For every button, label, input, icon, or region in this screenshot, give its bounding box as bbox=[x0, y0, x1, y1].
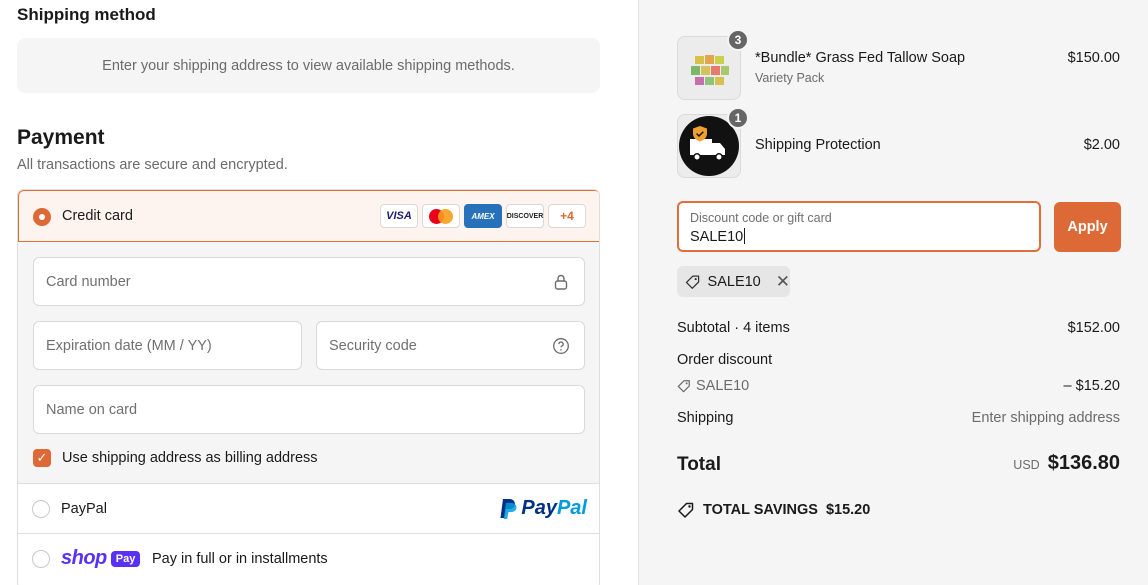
paypal-option[interactable]: PayPal Pay Pal bbox=[18, 483, 599, 533]
tag-icon bbox=[685, 275, 700, 289]
discount-code-value: SALE10 bbox=[690, 228, 746, 245]
total-label: Total bbox=[677, 454, 721, 475]
lock-icon bbox=[554, 274, 568, 290]
billing-address-label: Use shipping address as billing address bbox=[62, 450, 318, 466]
item-name: Shipping Protection bbox=[755, 137, 881, 153]
shop-pay-logo: shop Pay bbox=[61, 547, 141, 570]
credit-card-option[interactable]: Credit card VISA AMEX DISCOVER +4 bbox=[18, 190, 599, 242]
credit-card-radio[interactable] bbox=[33, 208, 51, 226]
credit-card-label: Credit card bbox=[62, 208, 133, 224]
paypal-p-icon bbox=[500, 498, 517, 519]
discover-icon: DISCOVER bbox=[506, 204, 544, 228]
more-cards-badge: +4 bbox=[548, 204, 586, 228]
expiration-date-field[interactable]: Expiration date (MM / YY) bbox=[33, 321, 302, 370]
paypal-logo-text-pay: Pay bbox=[521, 497, 557, 519]
shop-pay-option[interactable]: shop Pay Pay in full or in installments bbox=[18, 533, 599, 583]
total-savings: TOTAL SAVINGS $15.20 bbox=[677, 501, 870, 519]
security-code-placeholder: Security code bbox=[329, 337, 417, 354]
total-savings-value: $15.20 bbox=[825, 502, 871, 518]
credit-card-form: Card number Expiration date (MM / YY) Se… bbox=[18, 242, 599, 483]
shipping-methods-placeholder: Enter your shipping address to view avai… bbox=[17, 38, 600, 93]
subtotal-value: $152.00 bbox=[1067, 320, 1120, 336]
shop-pay-logo-badge: Pay bbox=[110, 550, 141, 567]
billing-address-checkbox[interactable]: ✓ bbox=[33, 449, 51, 467]
currency-code: USD bbox=[1013, 458, 1040, 472]
order-discount-label: Order discount bbox=[677, 352, 773, 368]
name-on-card-field[interactable]: Name on card bbox=[33, 385, 585, 434]
payment-methods: Credit card VISA AMEX DISCOVER +4 Card n… bbox=[17, 189, 600, 585]
shop-pay-radio[interactable] bbox=[32, 550, 50, 568]
apply-discount-button[interactable]: Apply bbox=[1054, 202, 1121, 252]
discount-code-row: SALE10 bbox=[677, 378, 749, 394]
discount-code-placeholder: Discount code or gift card bbox=[690, 211, 832, 225]
card-number-field[interactable]: Card number bbox=[33, 257, 585, 306]
shop-pay-label: Pay in full or in installments bbox=[152, 551, 328, 567]
shipping-method-heading: Shipping method bbox=[17, 5, 156, 24]
applied-discount-code: SALE10 bbox=[707, 273, 761, 290]
total-amount: USD $136.80 bbox=[1013, 452, 1120, 475]
card-brand-icons: VISA AMEX DISCOVER +4 bbox=[380, 204, 586, 228]
amex-icon: AMEX bbox=[464, 204, 502, 228]
subtotal-label: Subtotal · 4 items bbox=[677, 320, 790, 336]
payment-heading: Payment bbox=[17, 126, 105, 149]
paypal-label: PayPal bbox=[61, 501, 107, 517]
paypal-logo: Pay Pal bbox=[499, 497, 587, 520]
visa-icon: VISA bbox=[380, 204, 418, 228]
item-quantity-badge: 3 bbox=[727, 29, 749, 51]
payment-subtitle: All transactions are secure and encrypte… bbox=[17, 157, 288, 173]
item-price: $150.00 bbox=[1067, 50, 1120, 66]
total-savings-label: TOTAL SAVINGS bbox=[703, 502, 818, 518]
shipping-value: Enter shipping address bbox=[971, 410, 1120, 426]
security-code-field[interactable]: Security code bbox=[316, 321, 585, 370]
expiration-date-placeholder: Expiration date (MM / YY) bbox=[46, 337, 212, 354]
paypal-logo-text-pal: Pal bbox=[556, 497, 587, 519]
name-on-card-placeholder: Name on card bbox=[46, 401, 138, 418]
remove-discount-icon[interactable]: ✕ bbox=[776, 273, 790, 290]
checkout-form-panel: Shipping method Enter your shipping addr… bbox=[0, 0, 638, 585]
total-value: $136.80 bbox=[1047, 452, 1120, 474]
item-quantity-badge: 1 bbox=[727, 107, 749, 129]
item-name: *Bundle* Grass Fed Tallow Soap bbox=[755, 50, 966, 66]
paypal-radio[interactable] bbox=[32, 500, 50, 518]
discount-code-input[interactable]: Discount code or gift card SALE10 bbox=[677, 201, 1041, 252]
order-summary-panel: 3 *Bundle* Grass Fed Tallow Soap Variety… bbox=[638, 0, 1148, 585]
tag-icon bbox=[677, 380, 690, 393]
text-caret bbox=[744, 228, 746, 244]
applied-discount-chip: SALE10 ✕ bbox=[677, 266, 790, 297]
discount-code-summary: SALE10 bbox=[696, 378, 750, 394]
shop-pay-logo-word: shop bbox=[61, 547, 107, 569]
item-price: $2.00 bbox=[1083, 137, 1120, 153]
card-number-placeholder: Card number bbox=[46, 273, 131, 290]
discount-value: – $15.20 bbox=[1063, 378, 1120, 394]
mastercard-icon bbox=[422, 204, 460, 228]
discount-code-text: SALE10 bbox=[690, 229, 744, 245]
savings-tag-icon bbox=[678, 502, 694, 518]
shipping-methods-message: Enter your shipping address to view avai… bbox=[102, 57, 515, 74]
shipping-label: Shipping bbox=[677, 410, 734, 426]
help-circle-icon[interactable] bbox=[552, 337, 570, 355]
item-variant: Variety Pack bbox=[755, 71, 825, 85]
